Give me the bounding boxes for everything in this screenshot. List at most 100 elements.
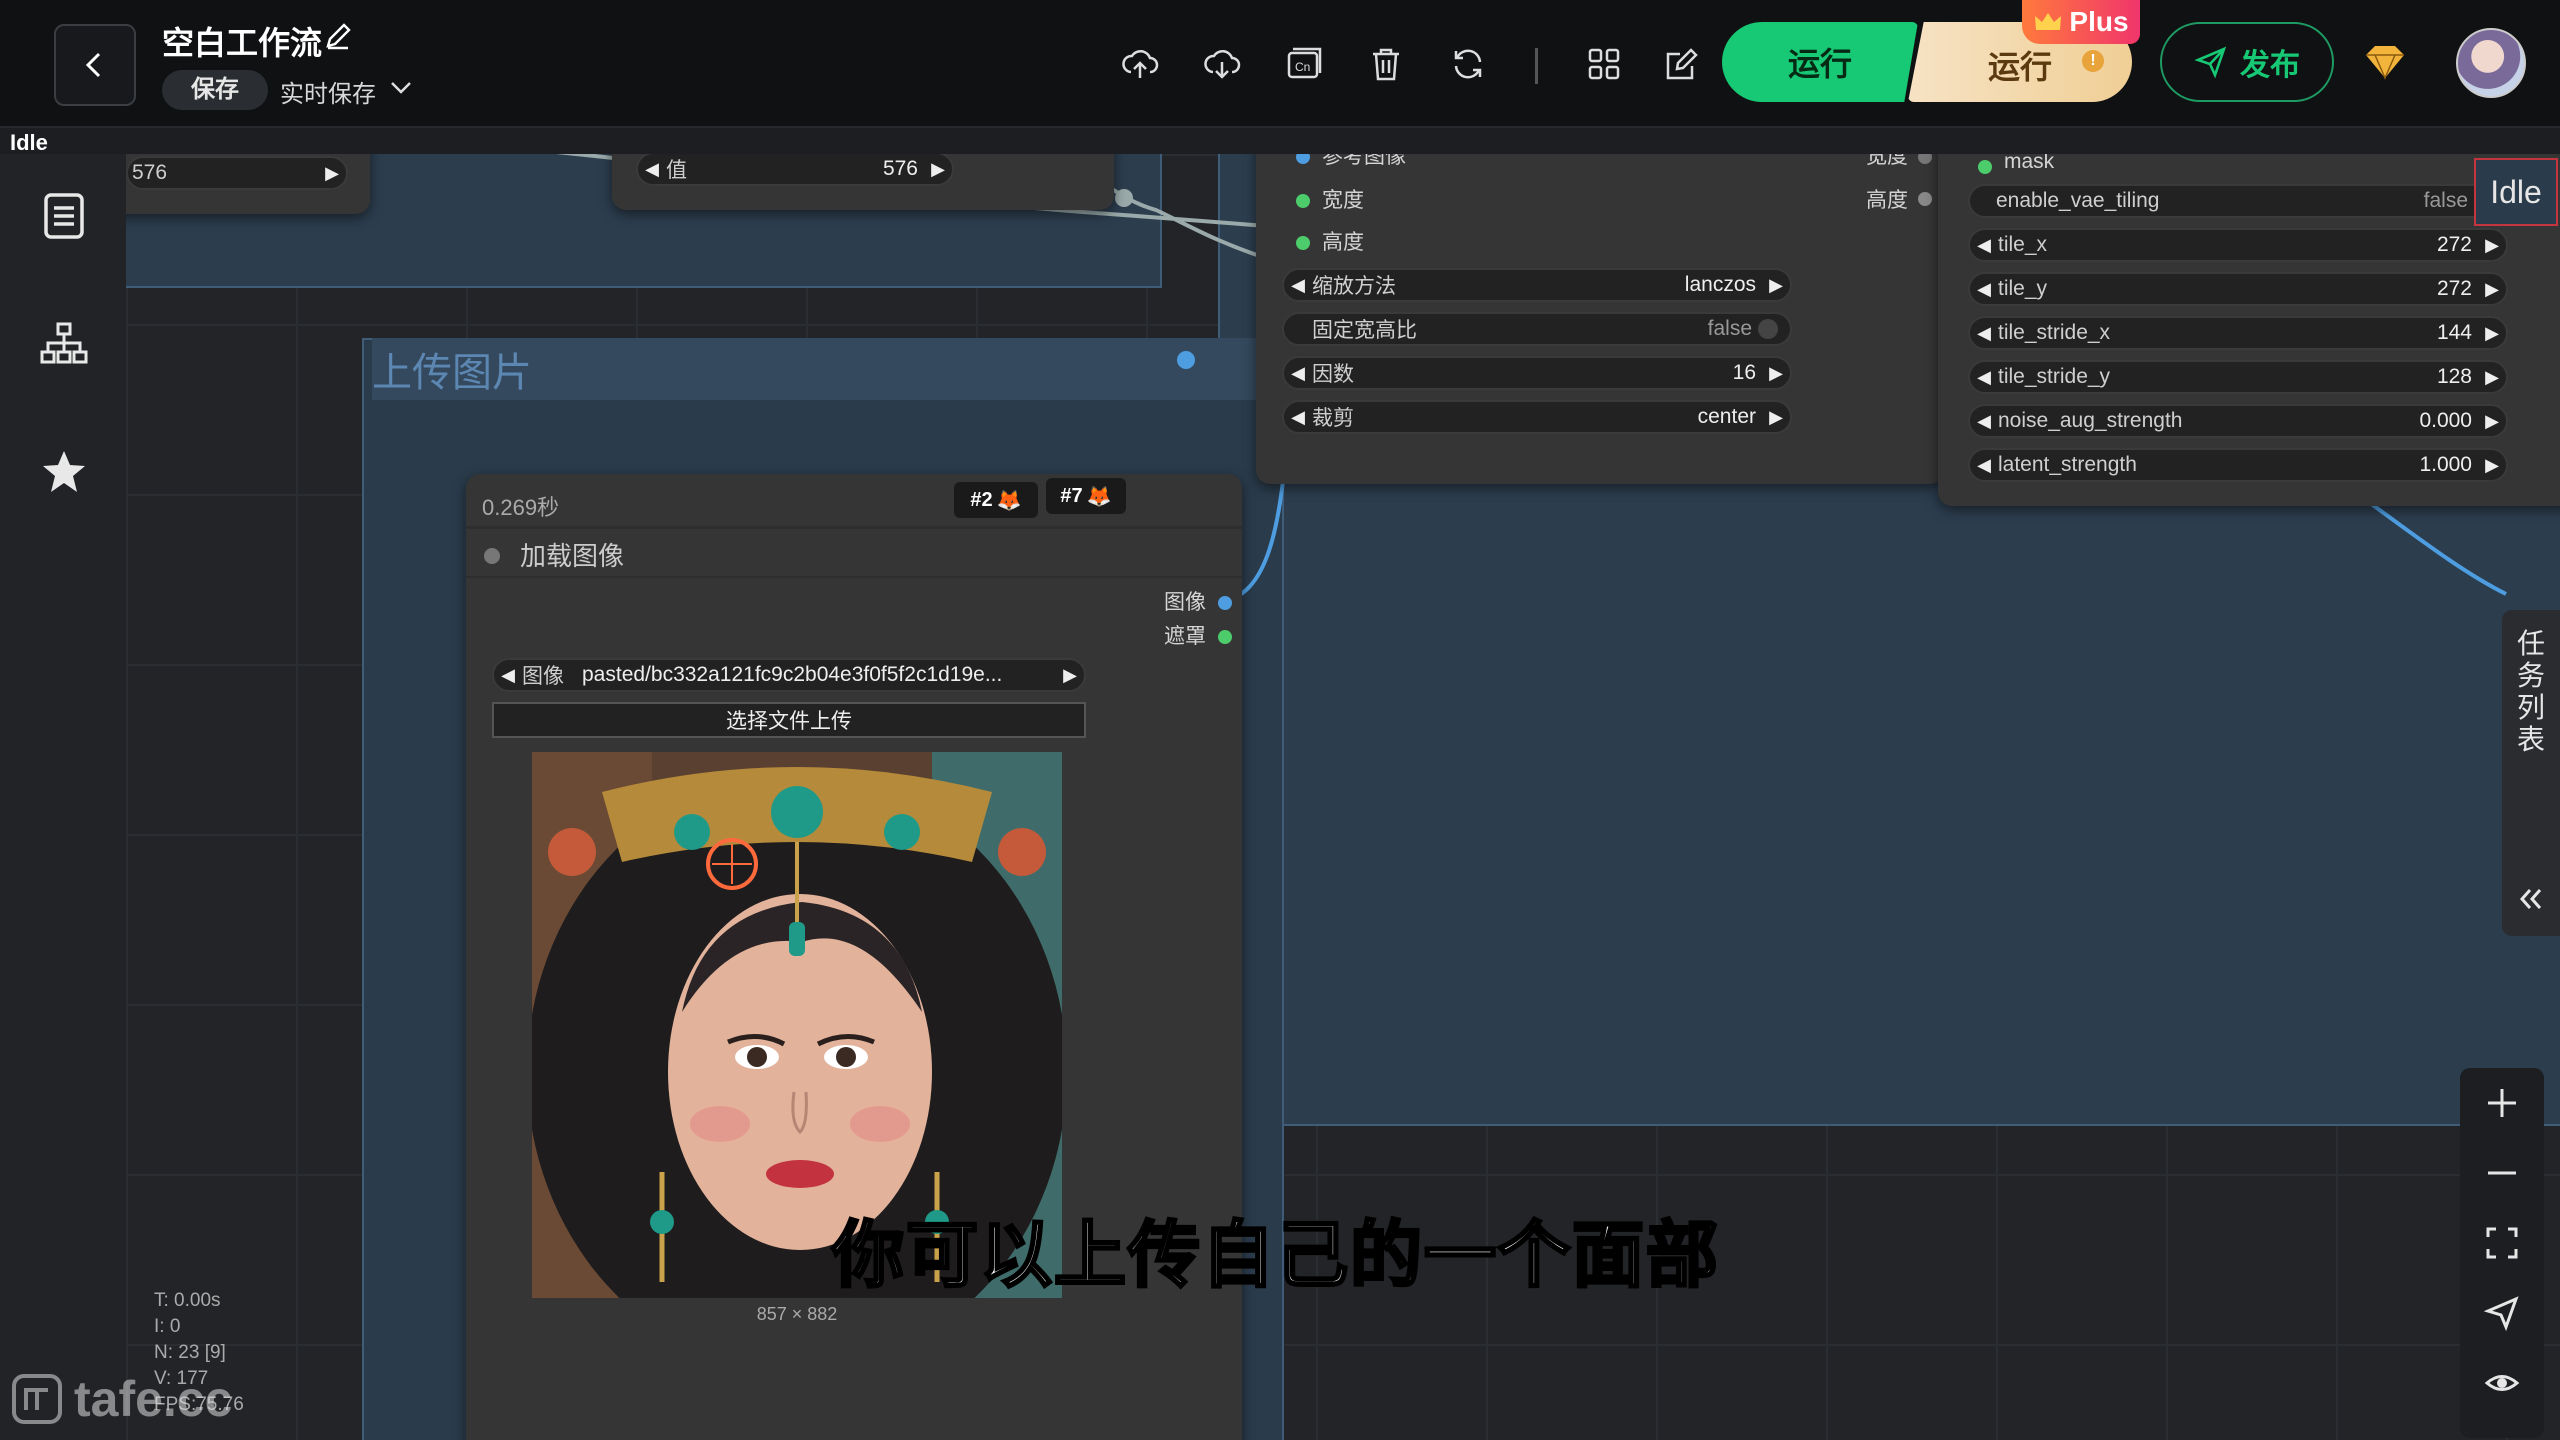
increment-arrow-icon[interactable]: ▶ [2478, 323, 2506, 344]
plus-badge-label: Plus [2069, 6, 2129, 37]
output-port-mask[interactable] [1218, 630, 1232, 644]
increment-arrow-icon[interactable]: ▶ [1762, 275, 1790, 296]
decrement-arrow-icon[interactable]: ◀ [1970, 455, 1998, 476]
value-node[interactable]: ◀ 值 576 ▶ [612, 154, 1114, 210]
image-select-widget[interactable]: ◀ 图像 pasted/bc332a121fc9c2b04e3f0f5f2c1d… [492, 658, 1086, 692]
send-icon [2194, 46, 2227, 79]
value-label: 值 [666, 159, 687, 182]
decrement-arrow-icon[interactable]: ◀ [1284, 363, 1312, 384]
run-button[interactable]: 运行 [1722, 22, 1918, 102]
factor-widget[interactable]: ◀ 因数 16 ▶ [1282, 356, 1792, 390]
widget-value: 272 [2436, 233, 2472, 256]
increment-arrow-icon[interactable]: ▶ [2478, 279, 2506, 300]
decrement-arrow-icon[interactable]: ◀ [1970, 411, 1998, 432]
zoom-in-icon[interactable] [2467, 1068, 2537, 1138]
network-icon[interactable] [36, 316, 92, 372]
latent-strength-widget[interactable]: ◀ latent_strength 1.000 ▶ [1968, 448, 2508, 482]
decrement-arrow-icon[interactable]: ◀ [1970, 279, 1998, 300]
increment-arrow-icon[interactable]: ▶ [2478, 455, 2506, 476]
increment-arrow-icon[interactable]: ▶ [1762, 407, 1790, 428]
save-button[interactable]: 保存 [162, 70, 268, 110]
resize-image-node[interactable]: 参考图像 宽度 宽度 高度 高度 ◀ 缩放方法 lanczos ▶ 固定宽高比 … [1256, 154, 1944, 484]
output-label-image: 图像 [1164, 591, 1206, 614]
fit-view-icon[interactable] [2467, 1208, 2537, 1278]
widget-value: 144 [2436, 321, 2472, 344]
decrement-arrow-icon[interactable]: ◀ [1970, 367, 1998, 388]
decrement-arrow-icon[interactable]: ◀ [638, 159, 666, 180]
widget-value: pasted/bc332a121fc9c2b04e3f0f5f2c1d19e..… [582, 663, 1003, 686]
widget-value: lanczos [1684, 273, 1756, 296]
output-port[interactable] [1918, 154, 1932, 164]
workflow-title[interactable]: 空白工作流 [162, 18, 322, 64]
tile-x-widget[interactable]: ◀ tile_x 272 ▶ [1968, 228, 2508, 262]
edit-title-icon[interactable] [322, 20, 354, 52]
crop-widget[interactable]: ◀ 裁剪 center ▶ [1282, 400, 1792, 434]
input-port-height[interactable] [1296, 236, 1310, 250]
publish-button[interactable]: 发布 [2160, 22, 2334, 102]
widget-label: noise_aug_strength [1998, 409, 2183, 432]
toggle-icon[interactable] [1758, 319, 1778, 339]
upload-icon[interactable] [1118, 42, 1162, 86]
increment-arrow-icon[interactable]: ▶ [2478, 367, 2506, 388]
node-status-dot [484, 548, 500, 564]
task-list-tab[interactable]: 任务列表 [2502, 610, 2560, 936]
autosave-dropdown[interactable]: 实时保存 [280, 74, 376, 109]
execution-time: 0.269秒 [482, 495, 560, 520]
gallery-icon[interactable]: Cn [1282, 42, 1326, 86]
avatar[interactable] [2456, 28, 2526, 98]
decrement-arrow-icon[interactable]: ◀ [1970, 235, 1998, 256]
decrement-arrow-icon[interactable]: ◀ [1284, 275, 1312, 296]
increment-arrow-icon[interactable]: ▶ [2478, 235, 2506, 256]
input-port-width[interactable] [1296, 194, 1310, 208]
diamond-icon[interactable] [2362, 42, 2408, 82]
increment-arrow-icon[interactable]: ▶ [924, 159, 952, 180]
widget-label: tile_stride_y [1998, 365, 2111, 388]
vae-tiling-toggle[interactable]: enable_vae_tiling false [1968, 184, 2508, 218]
stat-nodes: N: 23 [9] [154, 1342, 226, 1363]
double-chevron-left-icon[interactable] [2516, 884, 2546, 914]
info-icon: ! [2082, 50, 2104, 72]
chevron-down-icon[interactable] [390, 80, 412, 96]
resize-method-widget[interactable]: ◀ 缩放方法 lanczos ▶ [1282, 268, 1792, 302]
download-icon[interactable] [1200, 42, 1244, 86]
input-port[interactable] [1296, 154, 1310, 164]
crown-icon [2035, 13, 2062, 30]
zoom-out-icon[interactable] [2467, 1138, 2537, 1208]
decrement-arrow-icon[interactable]: ◀ [494, 665, 522, 686]
widget-label: 裁剪 [1312, 407, 1354, 430]
list-icon[interactable] [36, 188, 92, 244]
input-port-mask[interactable] [1978, 160, 1992, 174]
increment-arrow-icon[interactable]: ▶ [318, 163, 346, 184]
tile-y-widget[interactable]: ◀ tile_y 272 ▶ [1968, 272, 2508, 306]
toolbar-divider [1535, 48, 1538, 84]
output-port-image[interactable] [1218, 596, 1232, 610]
integer-value: 576 [132, 161, 168, 184]
noise-aug-widget[interactable]: ◀ noise_aug_strength 0.000 ▶ [1968, 404, 2508, 438]
back-button[interactable] [54, 24, 136, 106]
locate-icon[interactable] [2467, 1278, 2537, 1348]
integer-node[interactable]: 576 ▶ [126, 154, 370, 214]
watermark-logo-icon [12, 1374, 62, 1424]
tile-stride-x-widget[interactable]: ◀ tile_stride_x 144 ▶ [1968, 316, 2508, 350]
left-sidebar [0, 154, 126, 1440]
upscale-node[interactable]: mask enable_vae_tiling false ◀ tile_x 27… [1938, 154, 2560, 506]
grid-icon[interactable] [1582, 42, 1626, 86]
integer-widget[interactable]: 576 ▶ [126, 156, 348, 190]
value-widget[interactable]: ◀ 值 576 ▶ [636, 154, 954, 186]
increment-arrow-icon[interactable]: ▶ [2478, 411, 2506, 432]
decrement-arrow-icon[interactable]: ◀ [1284, 407, 1312, 428]
keep-aspect-toggle[interactable]: 固定宽高比 false [1282, 312, 1792, 346]
decrement-arrow-icon[interactable]: ◀ [1970, 323, 1998, 344]
output-port-height[interactable] [1918, 192, 1932, 206]
refresh-icon[interactable] [1446, 42, 1490, 86]
eye-icon[interactable] [2467, 1348, 2537, 1418]
chevron-left-icon [85, 52, 101, 78]
trash-icon[interactable] [1364, 42, 1408, 86]
upload-file-button[interactable]: 选择文件上传 [492, 702, 1086, 738]
task-list-label: 任务列表 [2516, 628, 2545, 755]
increment-arrow-icon[interactable]: ▶ [1056, 665, 1084, 686]
edit-icon[interactable] [1660, 42, 1704, 86]
increment-arrow-icon[interactable]: ▶ [1762, 363, 1790, 384]
tile-stride-y-widget[interactable]: ◀ tile_stride_y 128 ▶ [1968, 360, 2508, 394]
star-icon[interactable] [36, 444, 92, 500]
